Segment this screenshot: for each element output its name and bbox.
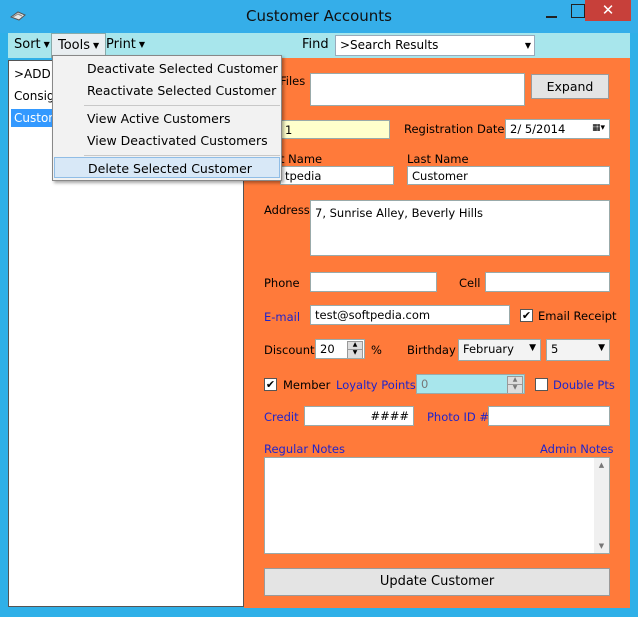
email-input[interactable]: test@softpedia.com (310, 305, 510, 325)
close-icon: ✕ (601, 1, 615, 19)
birthday-day-value: 5 (551, 342, 559, 356)
birthday-label: Birthday (407, 343, 456, 357)
sort-menu-button[interactable]: Sort ▼ (8, 33, 56, 58)
notes-scrollbar[interactable]: ▲ ▼ (594, 458, 609, 553)
member-label: Member (283, 378, 331, 392)
find-button[interactable]: Find (296, 33, 334, 58)
decrement-icon[interactable]: ▼ (507, 384, 523, 393)
search-results-select[interactable]: >Search Results ▼ (335, 35, 535, 56)
photo-id-input[interactable] (488, 406, 610, 426)
first-name-input[interactable]: tpedia (280, 166, 394, 185)
phone-input[interactable] (310, 272, 437, 292)
email-receipt-checkbox[interactable]: ✔ (520, 309, 533, 322)
registration-date-picker[interactable]: 2/ 5/2014 ▦▾ (505, 119, 610, 139)
close-button[interactable]: ✕ (585, 0, 631, 21)
notes-textarea[interactable] (264, 457, 610, 554)
chevron-down-icon: ▼ (43, 40, 50, 49)
first-name-label: t Name (280, 152, 323, 166)
address-textarea[interactable]: 7, Sunrise Alley, Beverly Hills (310, 200, 610, 256)
loyalty-points-value: 0 (421, 377, 429, 391)
calendar-icon[interactable]: ▦▾ (592, 123, 605, 133)
checkmark-icon: ✔ (521, 309, 532, 322)
discount-stepper[interactable]: 20 ▲ ▼ (315, 339, 365, 359)
window-title: Customer Accounts (245, 7, 392, 25)
account-id-field[interactable]: 1 (280, 120, 390, 139)
checkmark-icon: ✔ (265, 378, 276, 391)
birthday-month-value: February (463, 342, 514, 356)
menu-item-view-active[interactable]: View Active Customers (54, 108, 280, 129)
address-label: Address (264, 203, 310, 217)
cell-label: Cell (459, 276, 481, 290)
scroll-up-icon[interactable]: ▲ (594, 458, 609, 472)
registration-date-value: 2/ 5/2014 (510, 122, 566, 136)
chevron-down-icon: ▼ (598, 343, 605, 353)
last-name-label: Last Name (407, 152, 469, 166)
tools-dropdown-menu: Deactivate Selected Customer Reactivate … (52, 55, 282, 181)
admin-notes-tab[interactable]: Admin Notes (540, 442, 614, 456)
sort-label: Sort (14, 37, 41, 52)
print-label: Print (106, 37, 136, 52)
scroll-down-icon[interactable]: ▼ (594, 539, 609, 553)
update-customer-button[interactable]: Update Customer (264, 568, 610, 596)
files-box[interactable] (310, 73, 525, 106)
photo-id-label: Photo ID # (427, 410, 489, 424)
member-checkbox[interactable]: ✔ (264, 378, 277, 391)
minimize-button[interactable] (546, 10, 560, 18)
chevron-down-icon: ▼ (93, 41, 100, 50)
files-label: Files (280, 74, 306, 88)
email-label: E-mail (264, 310, 301, 324)
maximize-button[interactable] (571, 4, 585, 18)
chevron-down-icon: ▼ (138, 40, 146, 49)
menu-separator (84, 105, 280, 106)
chevron-down-icon: ▼ (524, 41, 531, 50)
discount-label: Discount (264, 343, 315, 357)
registration-date-label: Registration Date (404, 122, 505, 136)
cell-input[interactable] (485, 272, 610, 292)
search-results-value: >Search Results (340, 38, 439, 52)
percent-sign: % (371, 343, 382, 357)
regular-notes-tab[interactable]: Regular Notes (264, 442, 345, 456)
last-name-input[interactable]: Customer (407, 166, 610, 185)
customer-form-panel: Files Expand 1 Registration Date 2/ 5/20… (244, 58, 630, 608)
loyalty-points-stepper[interactable]: 0 ▲ ▼ (416, 374, 525, 394)
minimize-icon (546, 16, 557, 18)
expand-button[interactable]: Expand (531, 74, 609, 99)
menu-item-reactivate[interactable]: Reactivate Selected Customer (54, 80, 280, 101)
menu-item-delete[interactable]: Delete Selected Customer (54, 157, 280, 178)
double-pts-label: Double Pts (553, 378, 615, 392)
discount-value: 20 (320, 342, 335, 356)
menu-item-deactivate[interactable]: Deactivate Selected Customer (54, 58, 280, 79)
credit-label: Credit (264, 410, 299, 424)
phone-label: Phone (264, 276, 300, 290)
chevron-down-icon: ▼ (529, 343, 536, 353)
menu-item-view-deactivated[interactable]: View Deactivated Customers (54, 130, 280, 151)
credit-input[interactable]: #### (304, 406, 414, 426)
loyalty-points-label: Loyalty Points (336, 378, 416, 392)
email-receipt-label: Email Receipt (538, 309, 617, 323)
menu-separator (84, 155, 280, 156)
double-pts-checkbox[interactable] (535, 378, 548, 391)
decrement-icon[interactable]: ▼ (347, 349, 363, 358)
tools-label: Tools (58, 38, 91, 53)
birthday-month-select[interactable]: February ▼ (458, 339, 541, 361)
birthday-day-select[interactable]: 5 ▼ (546, 339, 610, 361)
